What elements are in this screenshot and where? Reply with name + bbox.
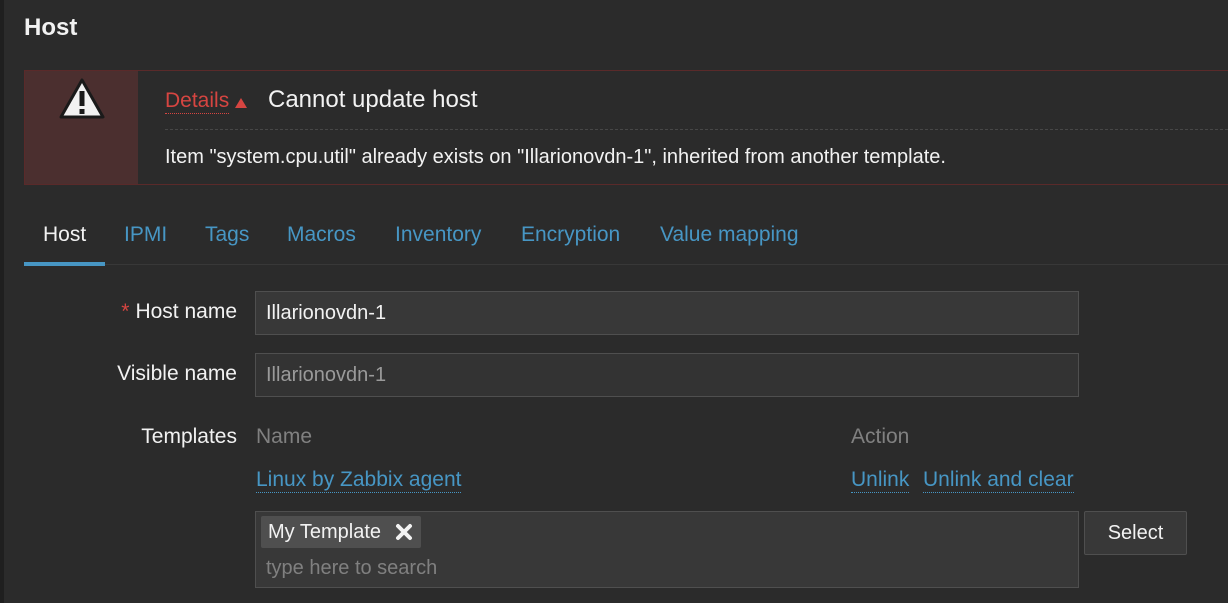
host-name-input[interactable]: Illarionovdn-1	[255, 291, 1079, 335]
error-icon-column	[25, 71, 138, 184]
error-detail-text: Item "system.cpu.util" already exists on…	[165, 146, 946, 168]
details-toggle-link[interactable]: Details	[165, 89, 230, 114]
selected-template-chip: My Template	[261, 516, 422, 548]
tab-encryption[interactable]: Encryption	[521, 212, 620, 262]
tab-tags[interactable]: Tags	[205, 212, 249, 262]
host-name-label-text: Host name	[135, 300, 237, 323]
tab-bar: Host IPMI Tags Macros Inventory Encrypti…	[24, 212, 1228, 266]
unlink-link[interactable]: Unlink	[851, 468, 910, 493]
tab-host[interactable]: Host	[24, 212, 106, 266]
templates-column-action: Action	[851, 425, 910, 448]
template-search-input[interactable]: type here to search	[266, 557, 437, 580]
error-message-body: Details Cannot update host Item "system.…	[138, 71, 1228, 184]
warning-icon	[59, 78, 105, 119]
remove-x-icon[interactable]	[395, 523, 413, 541]
template-multiselect[interactable]: My Template type here to search	[255, 511, 1079, 588]
visible-name-label: Visible name	[117, 362, 237, 385]
tab-ipmi[interactable]: IPMI	[124, 212, 167, 262]
tab-inventory[interactable]: Inventory	[395, 212, 481, 262]
templates-label: Templates	[141, 425, 237, 448]
templates-column-name: Name	[256, 425, 313, 448]
chip-label: My Template	[268, 521, 382, 543]
required-asterisk: *	[121, 300, 130, 323]
error-title: Cannot update host	[268, 86, 478, 113]
unlink-and-clear-link[interactable]: Unlink and clear	[923, 468, 1074, 493]
arrow-up-icon[interactable]	[235, 98, 247, 108]
tab-macros[interactable]: Macros	[287, 212, 356, 262]
select-button[interactable]: Select	[1084, 511, 1187, 555]
visible-name-input[interactable]: Illarionovdn-1	[255, 353, 1079, 397]
error-message-box: Details Cannot update host Item "system.…	[24, 70, 1228, 185]
left-edge-strip	[0, 0, 4, 603]
linked-template-link[interactable]: Linux by Zabbix agent	[256, 468, 462, 493]
message-divider	[165, 129, 1228, 130]
host-name-label: * Host name	[121, 300, 237, 324]
tab-value-mapping[interactable]: Value mapping	[660, 212, 799, 262]
page-title: Host	[24, 14, 78, 41]
